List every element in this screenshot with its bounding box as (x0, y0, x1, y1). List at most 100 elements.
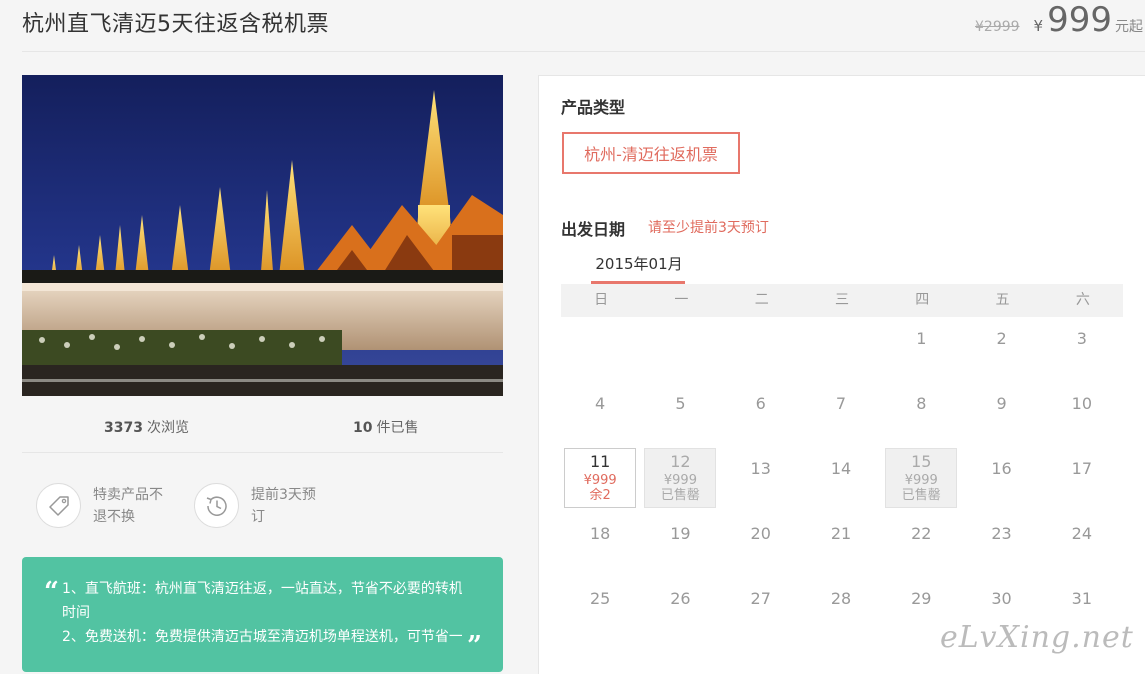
day-number: 25 (589, 589, 611, 608)
highlights-box: “ 1、直飞航班：杭州直飞清迈往返，一站直达，节省不必要的转机 时间 2、免费送… (22, 557, 503, 672)
day-number: 4 (595, 394, 606, 413)
weekday-label: 二 (754, 292, 769, 308)
day-number: 24 (1071, 524, 1093, 543)
weekday-label: 六 (1075, 292, 1090, 308)
weekday-label: 一 (674, 292, 689, 308)
day-number: 17 (1071, 459, 1093, 478)
booking-panel: 产品类型 杭州-清迈往返机票 出发日期 请至少提前3天预订 2015年01月 日… (538, 75, 1145, 674)
watermark: eLvXing.net (940, 620, 1134, 655)
tag-icon (36, 483, 81, 528)
price-area: ¥2999 ¥ 999 元起 (975, 0, 1143, 44)
day-number: 21 (830, 524, 852, 543)
feature-advance-booking: 提前3天预订 (194, 483, 323, 528)
day-number: 19 (670, 524, 691, 543)
calendar-day: 19 (644, 513, 716, 573)
day-stock: 已售罄 (660, 488, 700, 503)
day-number: 7 (835, 394, 847, 413)
day-number: 2 (996, 329, 1007, 348)
calendar-day: 16 (966, 448, 1038, 508)
weekday-label: 五 (995, 292, 1010, 308)
calendar-day: 25 (564, 578, 636, 638)
calendar-day: 23 (966, 513, 1038, 573)
product-page: 杭州直飞清迈5天往返含税机票 ¥2999 ¥ 999 元起 3373 次浏览 1… (0, 0, 1145, 674)
day-number: 26 (670, 589, 691, 608)
day-number: 11 (589, 452, 611, 471)
product-stats: 3373 次浏览 10 件已售 (22, 405, 503, 445)
day-number: 16 (991, 459, 1012, 478)
sold-label: 件已售 (376, 420, 419, 436)
calendar-day: 28 (805, 578, 877, 638)
calendar-day: 14 (805, 448, 877, 508)
calendar-day: 2 (966, 318, 1038, 378)
day-number: 10 (1071, 394, 1093, 413)
day-stock: 余2 (589, 488, 611, 503)
day-number: 8 (916, 394, 927, 413)
day-number: 31 (1071, 589, 1093, 608)
day-price: ¥999 (583, 473, 617, 488)
price-unit: 元起 (1115, 19, 1143, 35)
day-number: 20 (750, 524, 771, 543)
calendar-day: 5 (644, 383, 716, 443)
product-photo (22, 75, 503, 396)
temple-photo-illustration (22, 75, 503, 396)
weekday-label: 三 (834, 292, 849, 308)
calendar-day: 21 (805, 513, 877, 573)
calendar-day: 7 (805, 383, 877, 443)
day-price: ¥999 (904, 473, 938, 488)
day-number: 28 (830, 589, 852, 608)
day-number: 30 (991, 589, 1012, 608)
day-number: 23 (991, 524, 1012, 543)
views-count: 3373 (104, 420, 143, 436)
views-label: 次浏览 (146, 420, 189, 436)
calendar-day: 9 (966, 383, 1038, 443)
day-number: 14 (830, 459, 852, 478)
calendar-day: 26 (644, 578, 716, 638)
product-type-option[interactable]: 杭州-清迈往返机票 (561, 131, 741, 175)
day-number: 22 (911, 524, 932, 543)
calendar-day-soldout: 15 ¥999 已售罄 (885, 448, 958, 508)
feature-text: 特卖产品不退不换 (93, 487, 163, 525)
product-type-label: 产品类型 (561, 98, 626, 117)
feature-no-refund: 特卖产品不退不换 (36, 483, 165, 528)
day-number: 12 (670, 452, 691, 471)
day-number: 6 (755, 394, 766, 413)
sold-stat: 10 件已售 (353, 417, 418, 437)
highlight-line: 时间 (62, 605, 90, 621)
calendar-day: 27 (725, 578, 797, 638)
currency-symbol: ¥ (1033, 17, 1044, 35)
original-price: ¥2999 (975, 19, 1020, 35)
calendar-day: 8 (885, 383, 957, 443)
current-price: 999 (1047, 0, 1112, 40)
day-number: 15 (911, 452, 932, 471)
clock-icon (194, 483, 239, 528)
day-number: 13 (750, 459, 771, 478)
sold-count: 10 (353, 420, 373, 436)
booking-hint: 请至少提前3天预订 (648, 220, 769, 236)
day-number: 1 (916, 329, 927, 348)
highlights-text: 1、直飞航班：杭州直飞清迈往返，一站直达，节省不必要的转机 时间 2、免费送机：… (62, 577, 462, 649)
day-number: 3 (1076, 329, 1087, 348)
month-tab[interactable]: 2015年01月 (591, 254, 685, 284)
day-number: 29 (911, 589, 932, 608)
day-number: 5 (675, 394, 686, 413)
calendar-day: 4 (564, 383, 636, 443)
calendar-day: 18 (564, 513, 636, 573)
calendar-day: 22 (885, 513, 957, 573)
calendar-day-available[interactable]: 11 ¥999 余2 (564, 448, 637, 508)
calendar-day-soldout: 12 ¥999 已售罄 (644, 448, 717, 508)
calendar-day: 6 (725, 383, 797, 443)
stats-divider (22, 452, 503, 453)
header-divider (22, 51, 1145, 52)
day-number: 9 (996, 394, 1007, 413)
close-quote-icon: ” (467, 631, 482, 661)
departure-date-label: 出发日期 (561, 220, 626, 239)
calendar-day: 10 (1046, 383, 1118, 443)
calendar-day: 3 (1046, 318, 1118, 378)
views-stat: 3373 次浏览 (104, 417, 189, 437)
day-stock: 已售罄 (901, 488, 941, 503)
highlight-line: 2、免费送机：免费提供清迈古城至清迈机场单程送机，可节省一 (62, 629, 462, 645)
weekday-label: 日 (594, 292, 609, 308)
calendar-day: 1 (885, 318, 957, 378)
page-title: 杭州直飞清迈5天往返含税机票 (22, 12, 329, 37)
calendar-day: 20 (725, 513, 797, 573)
